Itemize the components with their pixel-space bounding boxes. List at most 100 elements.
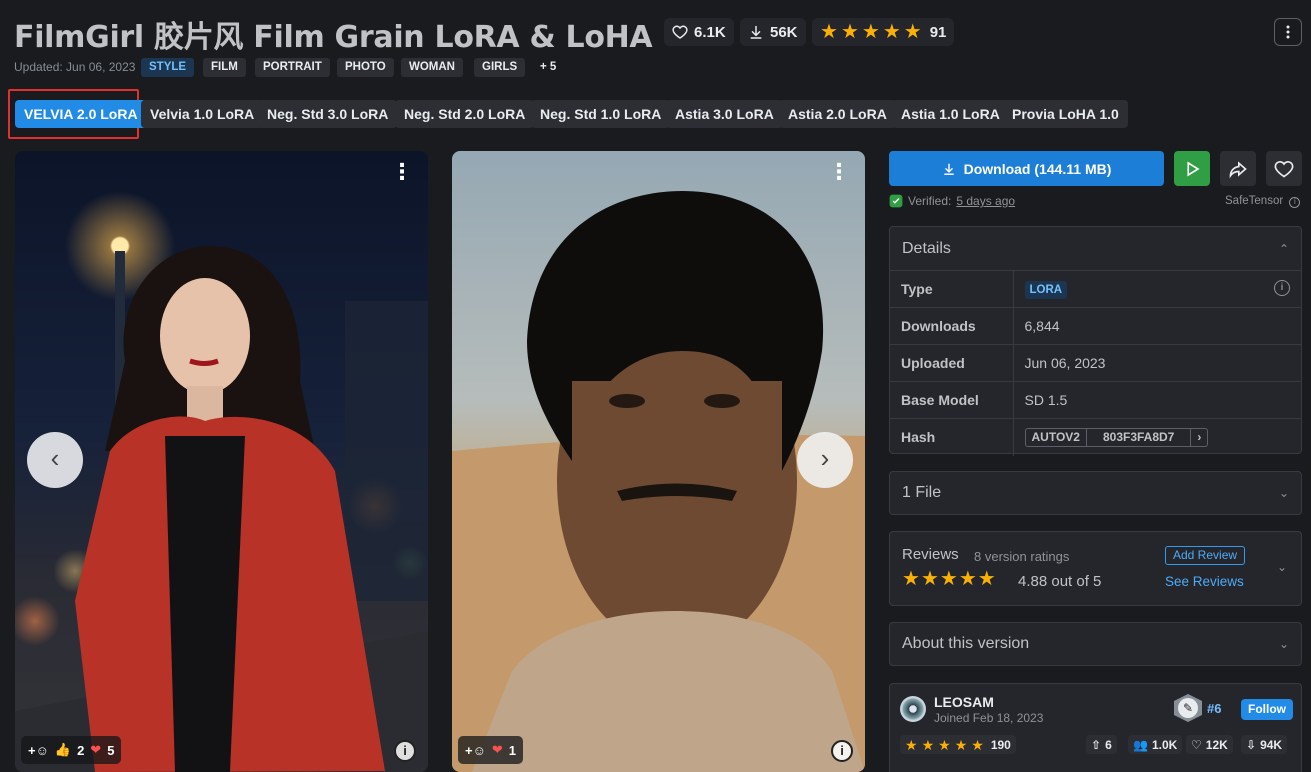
favorite-button[interactable] xyxy=(1266,151,1302,186)
download-icon: ⇩ xyxy=(1246,737,1257,752)
like-count: 6.1K xyxy=(694,23,726,41)
gallery-next-button[interactable]: › xyxy=(797,432,853,488)
creator-downloads: ⇩ 94K xyxy=(1241,735,1288,754)
details-header[interactable]: Details ⌃ xyxy=(890,227,1301,270)
followers-count: 1.0K xyxy=(1151,737,1178,752)
hash-value[interactable]: 803F3FA8D7 xyxy=(1087,428,1192,446)
image-options-kebab-icon[interactable]: ⋮ xyxy=(391,161,413,183)
rating-badge[interactable]: ★ ★ ★ ★ ★ 91 xyxy=(812,18,955,46)
tag-photo[interactable]: PHOTO xyxy=(337,58,394,77)
tag-woman[interactable]: WOMAN xyxy=(401,58,463,77)
version-astia-1[interactable]: Astia 1.0 LoRA xyxy=(892,100,1009,128)
safetensor-label: SafeTensor i xyxy=(1225,195,1301,208)
share-button[interactable] xyxy=(1220,151,1256,186)
chevron-right-icon[interactable]: › xyxy=(1191,429,1207,446)
heart-reaction-icon: ❤ xyxy=(491,742,503,757)
more-options-button[interactable] xyxy=(1274,18,1302,46)
verified-label: Verified: xyxy=(908,194,952,208)
chevron-down-icon[interactable]: ⌄ xyxy=(1277,560,1287,574)
hash-box[interactable]: AUTOV2 803F3FA8D7 › xyxy=(1024,427,1209,447)
details-key: Downloads xyxy=(890,307,1014,345)
avatar[interactable] xyxy=(900,696,926,722)
more-tags[interactable]: + 5 xyxy=(532,58,564,77)
version-negstd-2[interactable]: Neg. Std 2.0 LoRA xyxy=(395,100,535,128)
version-astia-3[interactable]: Astia 3.0 LoRA xyxy=(666,100,783,128)
category-tag[interactable]: STYLE xyxy=(141,58,195,77)
star-icon: ★ xyxy=(905,736,918,753)
version-velvia-2[interactable]: VELVIA 2.0 LoRA xyxy=(15,100,147,128)
creator-rank: #6 xyxy=(1207,701,1222,716)
about-panel[interactable]: About this version ⌄ xyxy=(889,622,1302,666)
add-reaction-icon[interactable]: +☺ xyxy=(465,743,486,758)
creator-name[interactable]: LEOSAM xyxy=(934,694,994,710)
image-info-icon[interactable]: i xyxy=(831,740,853,762)
creator-favorites: ♡ 12K xyxy=(1186,735,1233,754)
star-icon: ★ xyxy=(971,736,984,753)
reviews-count: 8 version ratings xyxy=(974,549,1070,564)
details-key: Hash xyxy=(890,418,1014,456)
heart-count: 5 xyxy=(107,742,115,758)
add-reaction-icon[interactable]: +☺ xyxy=(28,743,49,758)
star-icon: ★ xyxy=(954,736,968,753)
image-options-kebab-icon[interactable]: ⋮ xyxy=(828,161,850,183)
download-count: 56K xyxy=(770,23,798,41)
reaction-bar[interactable]: +☺ ❤ 1 xyxy=(458,736,524,764)
version-negstd-1[interactable]: Neg. Std 1.0 LoRA xyxy=(531,100,671,128)
version-astia-2[interactable]: Astia 2.0 LoRA xyxy=(779,100,896,128)
details-table: Type LORA i Downloads 6,844 Uploaded Jun… xyxy=(890,270,1301,456)
star-icon: ★ xyxy=(938,736,951,753)
favorites-count: 12K xyxy=(1205,737,1228,752)
creator-rating: ★ ★ ★ ★ ★ 190 xyxy=(900,735,1016,754)
users-icon: 👥 xyxy=(1133,737,1148,752)
add-review-button[interactable]: Add Review xyxy=(1165,546,1246,565)
reviews-score: 4.88 out of 5 xyxy=(1018,573,1102,590)
image-info-icon[interactable]: i xyxy=(394,740,416,762)
info-icon[interactable]: i xyxy=(1274,279,1290,296)
like-count-badge[interactable]: 6.1K xyxy=(664,18,734,46)
reviews-panel: Reviews 8 version ratings ★ ★ ★ ★ ★ 4.88… xyxy=(889,531,1302,606)
about-heading: About this version xyxy=(902,635,1030,652)
star-icon: ★ xyxy=(840,21,859,43)
gallery-prev-button[interactable]: ‹ xyxy=(27,432,83,488)
files-panel[interactable]: 1 File ⌄ xyxy=(889,471,1302,515)
share-icon xyxy=(1229,160,1247,178)
version-velvia-1[interactable]: Velvia 1.0 LoRA xyxy=(141,100,264,128)
version-provia-loha-1[interactable]: Provia LoHA 1.0 xyxy=(1003,100,1128,128)
heart-icon: ♡ xyxy=(1191,737,1202,752)
tag-girls[interactable]: GIRLS xyxy=(474,58,526,77)
creator-rating-count: 190 xyxy=(990,737,1011,752)
creator-uploads: ⇧ 6 xyxy=(1086,735,1117,754)
thumbs-up-count: 2 xyxy=(77,742,85,758)
see-reviews-link[interactable]: See Reviews xyxy=(1165,574,1244,589)
details-value: 6,844 xyxy=(1013,307,1301,345)
details-value: SD 1.5 xyxy=(1013,381,1301,419)
tag-film[interactable]: FILM xyxy=(203,58,246,77)
reaction-bar[interactable]: +☺ 👍 2 ❤ 5 xyxy=(21,736,122,764)
version-negstd-3[interactable]: Neg. Std 3.0 LoRA xyxy=(258,100,398,128)
star-icon: ★ xyxy=(882,21,901,43)
run-button[interactable] xyxy=(1174,151,1210,186)
upload-icon: ⇧ xyxy=(1091,737,1102,752)
safetensor-text: SafeTensor xyxy=(1225,195,1284,207)
details-key: Base Model xyxy=(890,381,1014,419)
star-icon: ★ xyxy=(920,568,939,590)
tag-portrait[interactable]: PORTRAIT xyxy=(255,58,330,77)
verified-time[interactable]: 5 days ago xyxy=(956,194,1015,208)
follow-button[interactable]: Follow xyxy=(1241,699,1293,720)
updated-date: Updated: Jun 06, 2023 xyxy=(14,60,136,74)
play-icon xyxy=(1187,161,1200,176)
hash-algo[interactable]: AUTOV2 xyxy=(1026,428,1087,446)
info-icon[interactable]: i xyxy=(1289,197,1301,208)
download-label: Download (144.11 MB) xyxy=(963,160,1112,177)
chevron-up-icon: ⌃ xyxy=(1278,241,1289,256)
reviews-heading: Reviews xyxy=(902,546,959,563)
heart-icon xyxy=(672,25,688,39)
download-icon xyxy=(750,26,762,39)
heart-reaction-icon: ❤ xyxy=(90,742,102,757)
download-button[interactable]: Download (144.11 MB) xyxy=(889,151,1164,186)
details-heading: Details xyxy=(902,239,951,257)
creator-joined: Joined Feb 18, 2023 xyxy=(934,711,1044,725)
verified-status: Verified: 5 days ago xyxy=(889,194,1015,208)
star-icon: ★ xyxy=(958,568,977,590)
details-row-downloads: Downloads 6,844 xyxy=(890,307,1301,345)
